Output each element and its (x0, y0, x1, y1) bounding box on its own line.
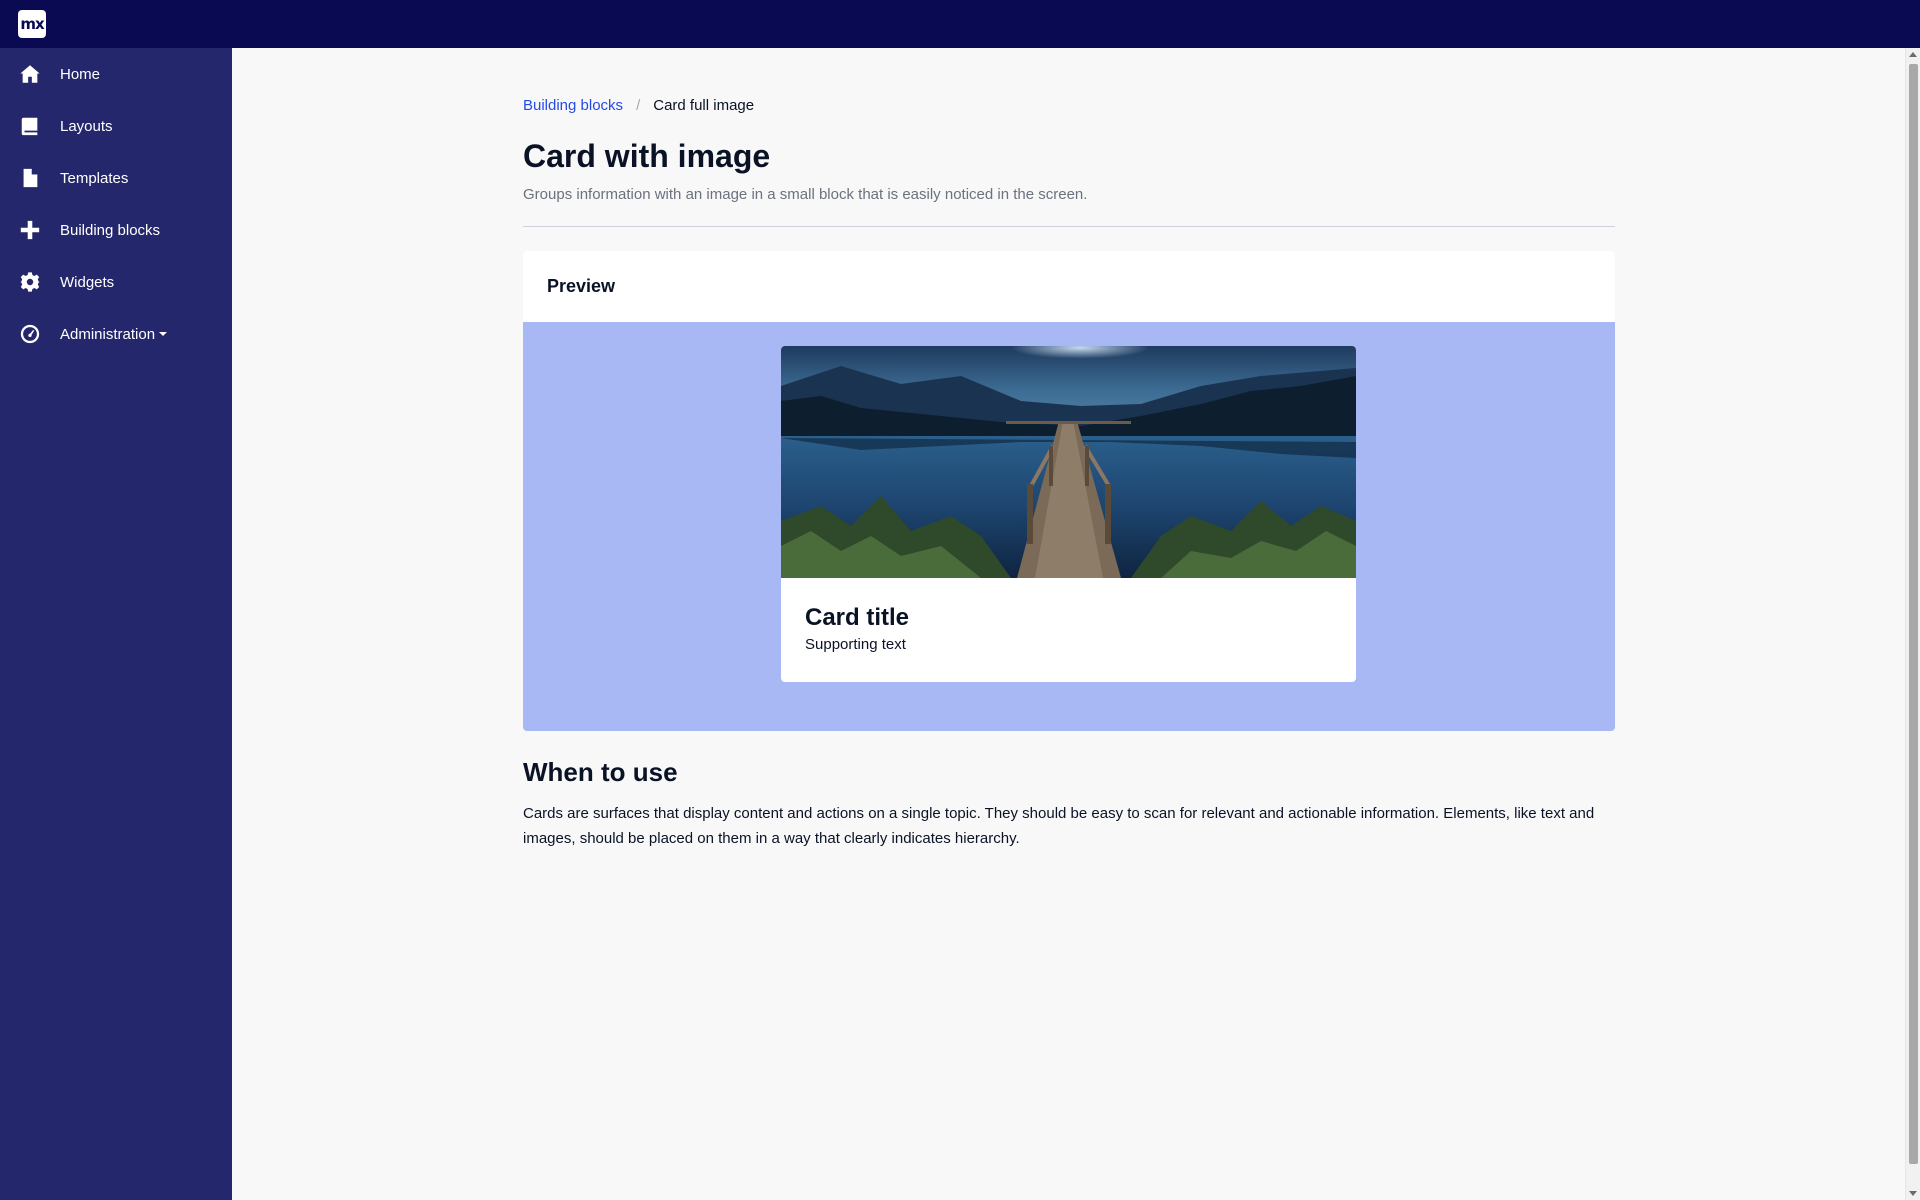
chevron-down-icon (159, 332, 168, 336)
mendix-logo[interactable]: mx (18, 10, 46, 38)
when-to-use-heading: When to use (523, 757, 678, 787)
preview-panel: Preview Card title Supporting text (523, 251, 1615, 731)
vertical-scrollbar[interactable] (1905, 48, 1920, 1200)
page-subtitle: Groups information with an image in a sm… (523, 186, 1088, 203)
book-icon (0, 115, 60, 137)
scroll-down-arrow-icon[interactable] (1909, 1191, 1917, 1196)
sidebar-item-label: Home (60, 65, 101, 83)
scroll-up-arrow-icon[interactable] (1909, 52, 1917, 57)
main-content: Building blocks / Card full image Card w… (523, 48, 1615, 851)
card-title: Card title (805, 604, 910, 631)
page-title: Card with image (523, 138, 771, 174)
sidebar-item-home[interactable]: Home (0, 48, 232, 100)
sidebar-item-label: Layouts (60, 117, 113, 135)
breadcrumb-separator: / (636, 96, 641, 114)
card[interactable]: Card title Supporting text (781, 346, 1356, 682)
lake-pier-night-image (781, 346, 1356, 578)
sidebar-item-templates[interactable]: Templates (0, 152, 232, 204)
scrollbar-thumb[interactable] (1909, 64, 1918, 1164)
sidebar-item-label: Building blocks (60, 221, 161, 239)
sidebar-item-widgets[interactable]: Widgets (0, 256, 232, 308)
sidebar-item-administration[interactable]: Administration (0, 308, 232, 360)
sidebar-item-building-blocks[interactable]: Building blocks (0, 204, 232, 256)
breadcrumb: Building blocks / Card full image (523, 95, 1615, 115)
sidebar-item-label: Administration (60, 325, 156, 343)
preview-heading: Preview (523, 251, 1615, 322)
gear-icon (0, 271, 60, 293)
dashboard-icon (0, 323, 60, 345)
sidebar: Home Layouts Templates Building blocks W… (0, 48, 232, 1200)
home-icon (0, 63, 60, 85)
breadcrumb-current: Card full image (653, 96, 755, 114)
top-bar: mx (0, 0, 1920, 48)
divider (523, 226, 1615, 227)
file-icon (0, 167, 60, 189)
logo-text: mx (20, 15, 44, 33)
sidebar-item-label: Templates (60, 169, 129, 187)
when-to-use-text: Cards are surfaces that display content … (523, 805, 1595, 847)
plus-icon (0, 219, 60, 241)
sidebar-item-layouts[interactable]: Layouts (0, 100, 232, 152)
sidebar-item-label: Widgets (60, 273, 115, 291)
card-supporting-text: Supporting text (805, 636, 906, 653)
breadcrumb-building-blocks-link[interactable]: Building blocks (523, 97, 623, 114)
preview-area: Card title Supporting text (523, 322, 1615, 731)
